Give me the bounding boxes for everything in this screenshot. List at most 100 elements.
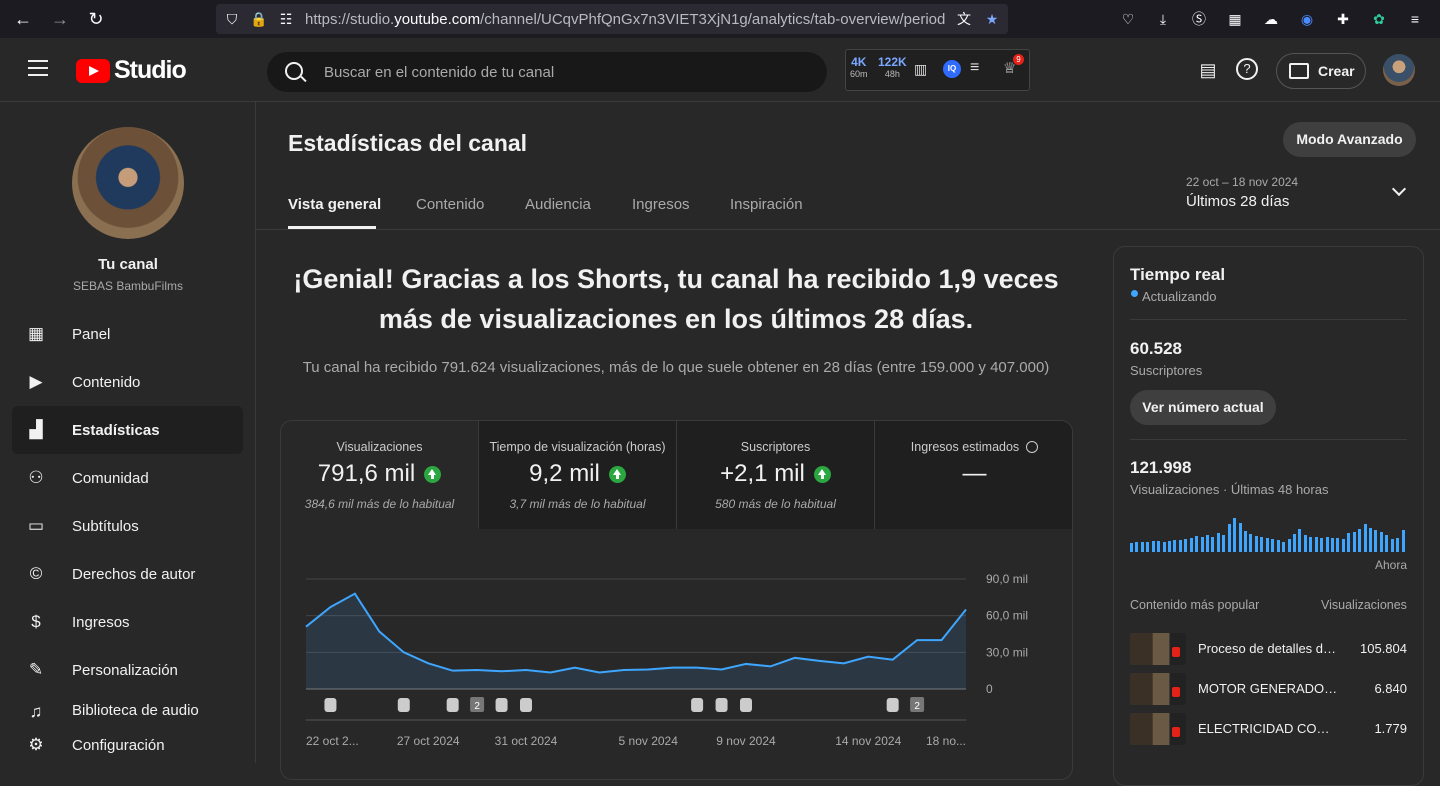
date-range-dates[interactable]: 22 oct – 18 nov 2024 <box>1186 175 1298 189</box>
metric-subscribers[interactable]: Suscriptores +2,1 mil 580 más de lo habi… <box>677 421 875 529</box>
sidebar-item-earn[interactable]: $ Ingresos <box>12 598 243 646</box>
sidebar-item-analytics[interactable]: ▟ Estadísticas <box>12 406 243 454</box>
headline-line-2: más de visualizaciones en los últimos 28… <box>378 304 974 334</box>
x-tick-label: 14 nov 2024 <box>835 734 901 748</box>
data-point <box>940 639 943 642</box>
metric-watch-time[interactable]: Tiempo de visualización (horas) 9,2 mil … <box>479 421 677 529</box>
create-button[interactable]: Crear <box>1276 53 1366 89</box>
vidiq-icon[interactable]: IQ <box>943 60 961 78</box>
channel-avatar[interactable] <box>72 127 184 239</box>
popular-views-header: Visualizaciones <box>1321 598 1407 612</box>
date-range-label[interactable]: Últimos 28 días <box>1186 193 1289 210</box>
help-icon[interactable]: ? <box>1236 58 1258 80</box>
realtime-bar <box>1162 542 1166 552</box>
extension-s-icon[interactable]: Ⓢ <box>1189 9 1209 29</box>
list-icon[interactable]: ≡ <box>970 59 979 77</box>
sidebar-item-panel[interactable]: ▦ Panel <box>12 310 243 358</box>
forward-arrow-icon[interactable]: → <box>49 8 71 30</box>
subtitles-icon: ▭ <box>27 516 45 535</box>
realtime-card: Tiempo real Actualizando 60.528 Suscript… <box>1113 246 1424 786</box>
popular-item[interactable]: ELECTRICIDAD CON ENERGÍA SOLAR 1.779 <box>1130 713 1407 745</box>
metric-label: Visualizaciones <box>336 440 423 454</box>
sidebar-item-content[interactable]: ▶ Contenido <box>12 358 243 406</box>
headline: ¡Genial! Gracias a los Shorts, tu canal … <box>276 259 1076 339</box>
sidebar-item-copyright[interactable]: © Derechos de autor <box>12 550 243 598</box>
translate-icon[interactable]: 文 <box>954 9 974 29</box>
metric-sub: 580 más de lo habitual <box>715 497 836 511</box>
gear-icon: ⚙ <box>28 735 44 754</box>
extensions-puzzle-icon[interactable]: ✚ <box>1333 9 1353 29</box>
url-text[interactable]: https://studio.youtube.com/channel/UCqvP… <box>305 11 945 28</box>
extension-iq-icon[interactable]: ◉ <box>1297 9 1317 29</box>
address-bar[interactable]: ⛉ 🔒 ☷ https://studio.youtube.com/channel… <box>216 4 1008 34</box>
search-input[interactable]: Buscar en el contenido de tu canal <box>267 52 827 92</box>
up-arrow-icon <box>424 465 442 483</box>
content-icon: ▶ <box>29 372 43 391</box>
realtime-views: 121.998 <box>1130 458 1192 477</box>
tab-revenue[interactable]: Ingresos <box>632 196 690 213</box>
divider <box>1130 439 1407 440</box>
sidebar-item-subtitles[interactable]: ▭ Subtítulos <box>12 502 243 550</box>
data-point <box>891 658 894 661</box>
download-icon[interactable]: ⤓ <box>1153 9 1173 29</box>
page-title: Estadísticas del canal <box>288 130 528 156</box>
lock-icon: 🔒 <box>250 11 268 27</box>
views-chart[interactable]: 90,0 mil 60,0 mil 30,0 mil 0 2 2 22 oct 2... 27… <box>281 529 1073 780</box>
data-point <box>842 662 845 665</box>
grouped-marker-count: 2 <box>474 701 480 712</box>
popular-item-title: ELECTRICIDAD CON ENERGÍA SOLAR <box>1198 721 1338 736</box>
realtime-subscribers-label: Suscriptores <box>1130 363 1203 378</box>
shorts-icon <box>397 698 410 712</box>
sidebar-item-audio-library[interactable]: ♫ Biblioteca de audio <box>12 694 243 718</box>
account-avatar[interactable] <box>1383 54 1415 86</box>
popular-item-value: 6.840 <box>1374 681 1407 696</box>
data-point <box>696 666 699 669</box>
tab-overview[interactable]: Vista general <box>288 196 381 213</box>
up-arrow-icon <box>813 465 831 483</box>
shorts-icon <box>715 698 728 712</box>
channel-title[interactable]: Tu canal <box>0 256 256 273</box>
popular-item[interactable]: Proceso de detalles de un buggy 105.804 <box>1130 633 1407 665</box>
realtime-bar <box>1168 540 1172 552</box>
tab-content[interactable]: Contenido <box>416 196 484 213</box>
realtime-bar <box>1173 540 1177 552</box>
stats-card: Visualizaciones 791,6 mil 384,6 mil más … <box>280 420 1073 780</box>
advanced-mode-button[interactable]: Modo Avanzado <box>1283 122 1416 157</box>
see-current-count-button[interactable]: Ver número actual <box>1130 390 1276 425</box>
pocket-icon[interactable]: ♡ <box>1118 9 1138 29</box>
metric-revenue[interactable]: Ingresos estimados — <box>875 421 1072 529</box>
hamburger-menu-icon[interactable] <box>28 60 48 76</box>
studio-logo[interactable]: Studio <box>76 56 187 85</box>
sidebar-item-settings[interactable]: ⚙ Configuración <box>12 727 243 763</box>
extension-cloud-icon[interactable]: ☁ <box>1261 9 1281 29</box>
data-point <box>353 592 356 595</box>
metric-label: Ingresos estimados <box>875 440 1072 454</box>
chevron-down-icon[interactable] <box>1391 181 1407 197</box>
realtime-bar <box>1390 539 1394 552</box>
vidiq-widget[interactable]: 4K 60m 122K 48h ▥ IQ ≡ ♕ 9 <box>845 49 1030 91</box>
up-arrow-icon <box>608 465 626 483</box>
popular-item[interactable]: MOTOR GENERADOR DE ENERGÍA 6.840 <box>1130 673 1407 705</box>
reload-icon[interactable]: ↻ <box>85 8 107 30</box>
realtime-bar <box>1298 528 1302 552</box>
realtime-bar-chart[interactable] <box>1130 512 1407 552</box>
metric-views[interactable]: Visualizaciones 791,6 mil 384,6 mil más … <box>281 421 479 529</box>
realtime-bar <box>1325 536 1329 552</box>
bar-chart-icon[interactable]: ▥ <box>914 61 927 78</box>
realtime-bar <box>1157 540 1161 552</box>
popular-content-header: Contenido más popular <box>1130 598 1260 612</box>
browser-menu-icon[interactable]: ≡ <box>1405 9 1425 29</box>
y-tick-label: 90,0 mil <box>986 572 1028 586</box>
tab-inspiration[interactable]: Inspiración <box>730 196 803 213</box>
tab-audience[interactable]: Audiencia <box>525 196 591 213</box>
permissions-icon[interactable]: ☷ <box>276 9 296 29</box>
sidebar-item-community[interactable]: ⚇ Comunidad <box>12 454 243 502</box>
bookmark-star-icon[interactable]: ★ <box>982 9 1002 29</box>
feedback-icon[interactable]: ▤ <box>1196 58 1220 82</box>
extension-grid-icon[interactable]: ▦ <box>1225 9 1245 29</box>
shield-icon[interactable]: ⛉ <box>222 9 242 29</box>
back-arrow-icon[interactable]: ← <box>12 8 34 30</box>
extension-gpt-icon[interactable]: ✿ <box>1369 9 1389 29</box>
sidebar-item-customization[interactable]: ✎ Personalización <box>12 646 243 694</box>
data-point <box>745 662 748 665</box>
